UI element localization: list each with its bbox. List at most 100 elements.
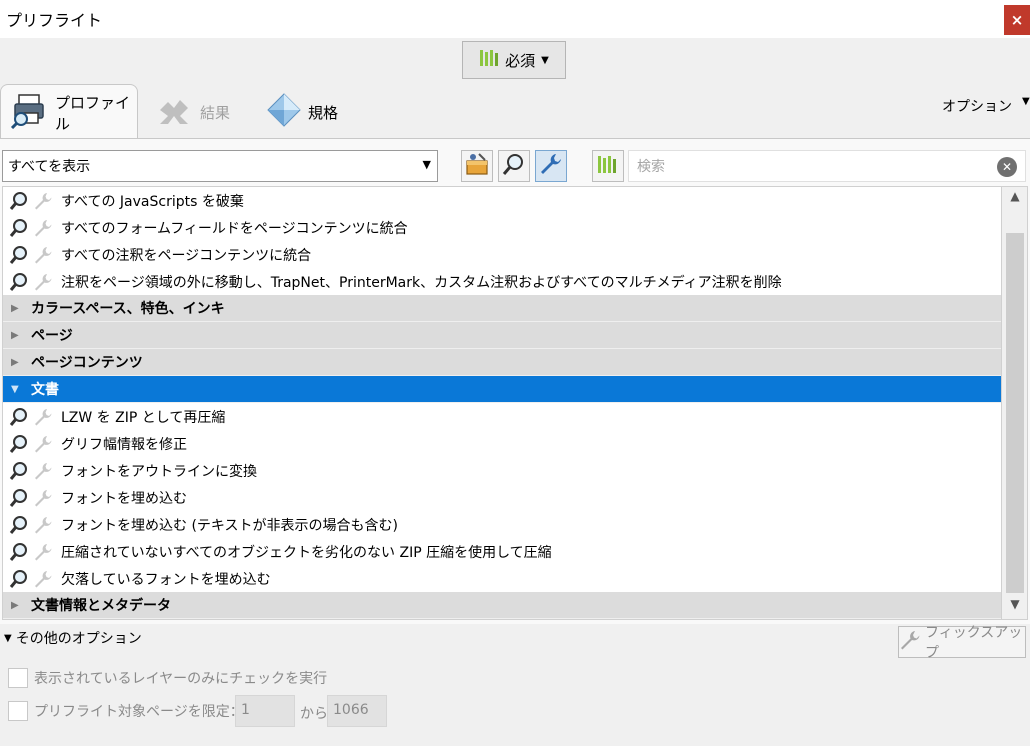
limit-pages-option: プリフライト対象ページを限定：	[8, 701, 244, 721]
wrench-icon	[31, 218, 55, 238]
expand-triangle-icon: ▶	[11, 599, 19, 611]
category-row-selected[interactable]: ▼ 文書	[3, 376, 1001, 403]
wrench-icon	[31, 245, 55, 265]
new-profile-button[interactable]	[461, 150, 493, 182]
results-icon	[154, 92, 194, 132]
tab-profiles-label: プロファイル	[55, 93, 131, 133]
filter-dropdown[interactable]: すべてを表示 ▼	[2, 150, 438, 182]
mode-dropdown-button[interactable]: 必須 ▼	[462, 41, 566, 79]
chevron-down-icon: ▼	[422, 158, 431, 171]
page-to-field[interactable]: 1066	[327, 695, 387, 727]
toolbox-icon	[464, 152, 490, 180]
check-magnifier-icon	[7, 245, 31, 265]
list-item[interactable]: 欠落しているフォントを埋め込む	[3, 565, 1001, 592]
fixup-button[interactable]: フィックスアップ	[898, 625, 1026, 661]
visible-layers-only-label: 表示されているレイヤーのみにチェックを実行	[34, 671, 328, 687]
window-title: プリフライト	[6, 11, 103, 30]
wrench-icon	[31, 272, 55, 292]
scroll-up-icon[interactable]: ▲	[1002, 189, 1028, 211]
clear-search-icon[interactable]: ✕	[997, 157, 1017, 177]
list-item[interactable]: 圧縮されていないすべてのオブジェクトを劣化のない ZIP 圧縮を使用して圧縮	[3, 538, 1001, 565]
expand-triangle-icon: ▶	[11, 302, 19, 314]
page-from-field[interactable]: 1	[235, 695, 295, 727]
category-label: ページコンテンツ	[31, 355, 143, 371]
list-item[interactable]: LZW を ZIP として再圧縮	[3, 403, 1001, 430]
library-filter-button[interactable]	[592, 150, 624, 182]
profile-list: すべての JavaScripts を破棄 すべてのフォームフィールドをページコン…	[2, 186, 1002, 620]
visible-layers-only-checkbox[interactable]	[8, 668, 28, 688]
list-item-label: すべてのフォームフィールドをページコンテンツに統合	[61, 220, 408, 237]
diamond-icon	[266, 92, 302, 132]
check-magnifier-icon	[7, 272, 31, 292]
search-placeholder: 検索	[637, 159, 665, 175]
tab-profiles[interactable]: プロファイル	[0, 84, 138, 140]
category-row[interactable]: ▶ カラースペース、特色、インキ	[3, 295, 1001, 322]
wrench-icon	[31, 461, 55, 481]
fixup-filter-button[interactable]	[535, 150, 567, 182]
wrench-icon	[31, 488, 55, 508]
chevron-down-icon: ▼	[541, 54, 549, 66]
visible-layers-only-option: 表示されているレイヤーのみにチェックを実行	[8, 668, 327, 688]
limit-pages-label: プリフライト対象ページを限定：	[34, 704, 244, 720]
check-magnifier-icon	[7, 191, 31, 211]
tab-results[interactable]: 結果	[154, 84, 230, 140]
category-row[interactable]: ▶ ページコンテンツ	[3, 349, 1001, 376]
more-options-label: その他のオプション	[15, 631, 142, 647]
check-magnifier-icon	[7, 488, 31, 508]
mode-label: 必須	[505, 51, 536, 70]
chevron-down-icon: ▼	[1022, 96, 1030, 107]
list-item-label: フォントを埋め込む (テキストが非表示の場合も含む)	[61, 517, 398, 534]
chevron-down-icon: ▼	[4, 632, 12, 644]
check-magnifier-icon	[7, 461, 31, 481]
magnifier-icon	[502, 152, 526, 180]
list-item[interactable]: フォントを埋め込む (テキストが非表示の場合も含む)	[3, 511, 1001, 538]
wrench-icon	[31, 542, 55, 562]
more-options-toggle[interactable]: ▼ その他のオプション	[4, 628, 142, 648]
wrench-icon	[31, 407, 55, 427]
wrench-icon	[899, 629, 921, 655]
list-item[interactable]: グリフ幅情報を修正	[3, 430, 1001, 457]
list-item[interactable]: フォントをアウトラインに変換	[3, 457, 1001, 484]
tab-standards-label: 規格	[308, 103, 339, 122]
search-input[interactable]: 検索 ✕	[628, 150, 1026, 182]
printer-magnifier-icon	[9, 93, 49, 133]
scroll-down-icon[interactable]: ▼	[1002, 597, 1028, 619]
limit-pages-checkbox[interactable]	[8, 701, 28, 721]
list-item[interactable]: フォントを埋め込む	[3, 484, 1001, 511]
check-magnifier-icon	[7, 218, 31, 238]
library-icon	[597, 154, 619, 178]
wrench-icon	[31, 434, 55, 454]
expand-triangle-icon: ▶	[11, 329, 19, 341]
filter-dropdown-value: すべてを表示	[8, 159, 91, 175]
list-item-label: フォントをアウトラインに変換	[61, 463, 257, 480]
category-label: ページ	[31, 328, 73, 344]
collapse-triangle-icon: ▼	[11, 383, 19, 395]
check-magnifier-icon	[7, 515, 31, 535]
tab-standards[interactable]: 規格	[266, 84, 338, 140]
list-item-label: グリフ幅情報を修正	[61, 436, 187, 453]
wrench-icon	[31, 569, 55, 589]
wrench-icon	[31, 191, 55, 211]
list-scrollbar[interactable]: ▲ ▼	[1002, 186, 1028, 620]
tab-results-label: 結果	[200, 103, 231, 122]
check-magnifier-icon	[7, 569, 31, 589]
title-bar: プリフライト	[0, 0, 1030, 38]
category-row[interactable]: ▶ 文書情報とメタデータ	[3, 592, 1001, 619]
library-icon	[479, 49, 499, 71]
list-item[interactable]: すべての注釈をページコンテンツに統合	[3, 241, 1001, 268]
options-menu-label: オプション	[942, 99, 1012, 115]
page-range-separator: から	[300, 706, 328, 722]
list-item-label: すべての JavaScripts を破棄	[61, 193, 244, 210]
list-item-label: LZW を ZIP として再圧縮	[61, 409, 226, 426]
scrollbar-thumb[interactable]	[1006, 233, 1024, 593]
list-item[interactable]: すべての JavaScripts を破棄	[3, 187, 1001, 214]
check-filter-button[interactable]	[498, 150, 530, 182]
close-button[interactable]: ×	[1004, 5, 1030, 35]
list-item[interactable]: すべてのフォームフィールドをページコンテンツに統合	[3, 214, 1001, 241]
check-magnifier-icon	[7, 434, 31, 454]
wrench-icon	[539, 152, 563, 180]
list-item-label: 圧縮されていないすべてのオブジェクトを劣化のない ZIP 圧縮を使用して圧縮	[61, 544, 552, 561]
list-item[interactable]: 注釈をページ領域の外に移動し、TrapNet、PrinterMark、カスタム注…	[3, 268, 1001, 295]
options-menu[interactable]: オプション ▼	[942, 96, 1030, 116]
category-row[interactable]: ▶ ページ	[3, 322, 1001, 349]
